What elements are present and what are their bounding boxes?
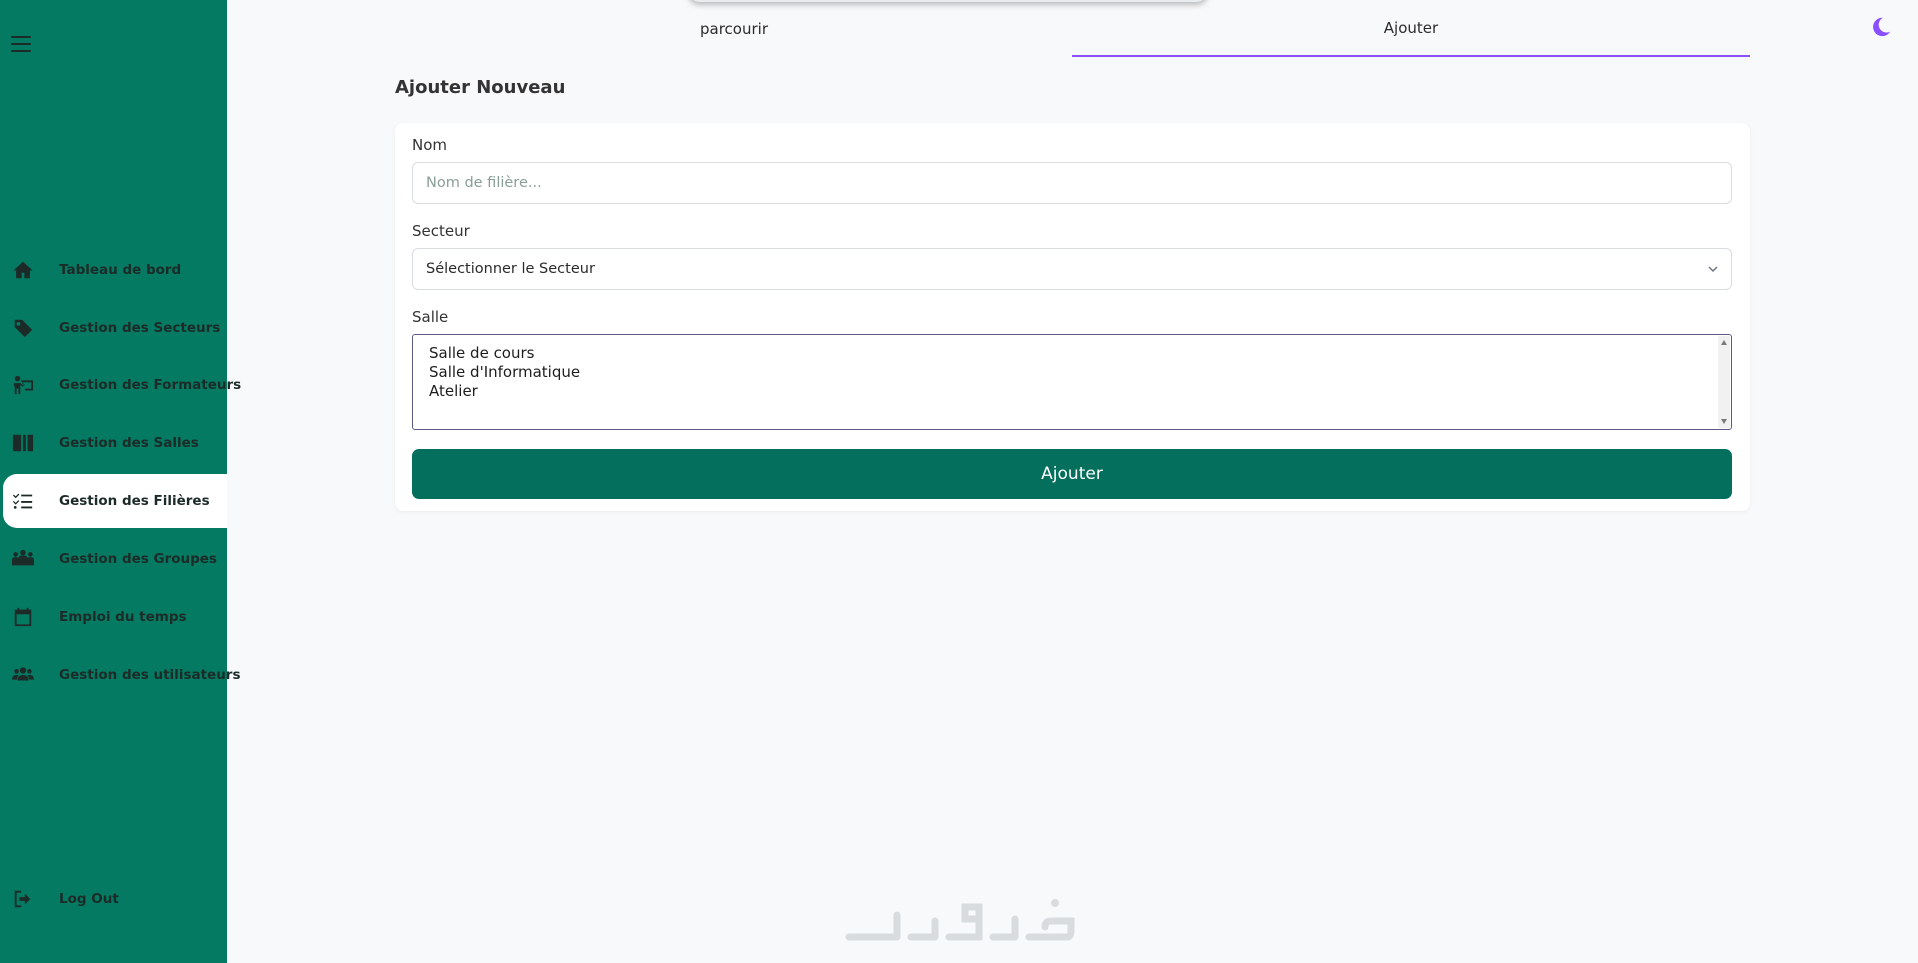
sidebar-item-label: Gestion des Filières	[59, 493, 210, 509]
list-check-icon	[11, 489, 35, 513]
logout-button[interactable]: Log Out	[0, 872, 227, 926]
add-form-card: Nom Secteur Sélectionner le Secteur Sall…	[395, 123, 1750, 511]
watermark-logo-icon	[845, 899, 1075, 941]
secteur-label: Secteur	[412, 222, 470, 240]
menu-toggle-icon[interactable]	[11, 36, 31, 53]
sidebar-item-users[interactable]: Gestion des utilisateurs	[0, 648, 241, 702]
secteur-selected-value: Sélectionner le Secteur	[426, 261, 595, 277]
moon-icon[interactable]	[1870, 16, 1892, 38]
sidebar-item-label: Gestion des Formateurs	[59, 377, 242, 393]
scrollbar[interactable]	[1718, 336, 1730, 428]
sidebar-item-label: Gestion des Secteurs	[59, 320, 221, 336]
nom-label: Nom	[412, 136, 448, 154]
nom-input[interactable]	[412, 162, 1732, 204]
logout-icon	[11, 887, 35, 911]
sidebar-item-schedule[interactable]: Emploi du temps	[0, 590, 227, 644]
sidebar-item-trainers[interactable]: Gestion des Formateurs	[0, 358, 241, 412]
people-group-icon	[11, 547, 35, 571]
page-title: Ajouter Nouveau	[395, 77, 566, 98]
tag-icon	[11, 316, 35, 340]
scroll-down-arrow-icon[interactable]	[1721, 419, 1727, 424]
sidebar-item-dashboard[interactable]: Tableau de bord	[0, 243, 227, 297]
sidebar-item-filieres[interactable]: Gestion des Filières	[3, 474, 227, 528]
sidebar-item-label: Emploi du temps	[59, 609, 187, 625]
salle-option[interactable]: Salle de cours	[429, 344, 1715, 363]
calendar-icon	[11, 605, 35, 629]
home-icon	[11, 258, 35, 282]
salle-option[interactable]: Atelier	[429, 382, 1715, 401]
sidebar: Tableau de bord Gestion des Secteurs Ges…	[0, 0, 241, 963]
salle-label: Salle	[412, 308, 449, 326]
scroll-up-arrow-icon[interactable]	[1721, 340, 1727, 345]
sidebar-item-label: Gestion des utilisateurs	[59, 667, 241, 683]
tab-browse[interactable]: parcourir	[395, 0, 1073, 57]
sidebar-item-label: Tableau de bord	[59, 262, 182, 278]
users-icon	[11, 663, 35, 687]
logout-label: Log Out	[59, 891, 119, 907]
salle-multiselect[interactable]: Salle de cours Salle d'Informatique Atel…	[412, 334, 1732, 430]
chevron-down-icon	[1708, 266, 1718, 272]
rooms-icon	[11, 431, 35, 455]
sidebar-item-label: Gestion des Salles	[59, 435, 199, 451]
sidebar-item-sectors[interactable]: Gestion des Secteurs	[0, 301, 227, 355]
salle-option[interactable]: Salle d'Informatique	[429, 363, 1715, 382]
tab-add[interactable]: Ajouter	[1072, 0, 1750, 57]
add-submit-button[interactable]: Ajouter	[412, 449, 1732, 499]
sidebar-item-groups[interactable]: Gestion des Groupes	[0, 532, 227, 586]
sidebar-item-rooms[interactable]: Gestion des Salles	[0, 416, 227, 470]
teacher-icon	[11, 373, 35, 397]
sidebar-item-label: Gestion des Groupes	[59, 551, 217, 567]
secteur-select[interactable]: Sélectionner le Secteur	[412, 248, 1732, 290]
